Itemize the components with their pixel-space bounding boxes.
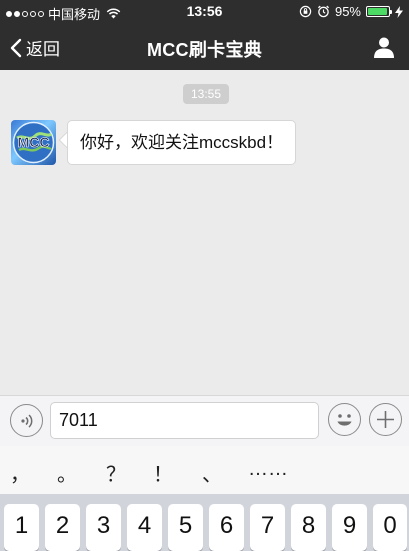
key-1[interactable]: 1 (4, 504, 39, 551)
candidate-exclamation[interactable]: ！ (148, 458, 178, 487)
person-icon[interactable] (372, 35, 396, 59)
chat-area[interactable]: 13:55 MCC 你好，欢迎关注mccskbd！ (0, 70, 409, 395)
avatar[interactable]: MCC (11, 120, 56, 165)
message-bubble[interactable]: 你好，欢迎关注mccskbd！ (67, 120, 297, 165)
candidate-period[interactable]: 。 (52, 458, 82, 487)
charging-icon (395, 5, 403, 18)
keyboard: 1 2 3 4 5 6 7 8 9 0 (0, 494, 409, 551)
key-2[interactable]: 2 (45, 504, 80, 551)
key-7[interactable]: 7 (250, 504, 285, 551)
key-9[interactable]: 9 (332, 504, 367, 551)
status-bar: 中国移动 13:56 95% (0, 0, 409, 24)
voice-icon (20, 413, 32, 428)
message-timestamp: 13:55 (183, 84, 229, 104)
emoji-button[interactable] (328, 403, 361, 436)
orientation-lock-icon (299, 5, 312, 18)
key-3[interactable]: 3 (86, 504, 121, 551)
candidate-bar: ， 。 ？ ！ 、 …… (0, 446, 409, 494)
plus-button[interactable] (369, 403, 402, 436)
battery-percent: 95% (334, 4, 361, 19)
globe-logo-icon: MCC (12, 121, 55, 164)
key-0[interactable]: 0 (373, 504, 407, 551)
candidate-comma[interactable]: ， (5, 458, 35, 487)
key-4[interactable]: 4 (127, 504, 162, 551)
battery-level-fill (368, 8, 387, 15)
emoji-icon (337, 414, 352, 426)
message-input[interactable]: 7011 (50, 402, 319, 439)
voice-button[interactable] (10, 404, 43, 437)
page-title: MCC刷卡宝典 (146, 40, 263, 60)
candidate-enum-comma[interactable]: 、 (197, 458, 227, 487)
avatar-logo-text: MCC (18, 134, 50, 150)
key-8[interactable]: 8 (291, 504, 326, 551)
status-right: 95% (299, 4, 403, 19)
candidate-question[interactable]: ？ (101, 458, 131, 487)
candidate-ellipsis[interactable]: …… (246, 458, 290, 481)
plus-icon (377, 411, 394, 428)
key-5[interactable]: 5 (168, 504, 203, 551)
input-bar: 7011 (0, 395, 409, 446)
battery-icon (366, 6, 392, 17)
nav-bar: 返回 MCC刷卡宝典 (0, 24, 409, 70)
key-6[interactable]: 6 (209, 504, 244, 551)
alarm-icon (317, 5, 330, 18)
